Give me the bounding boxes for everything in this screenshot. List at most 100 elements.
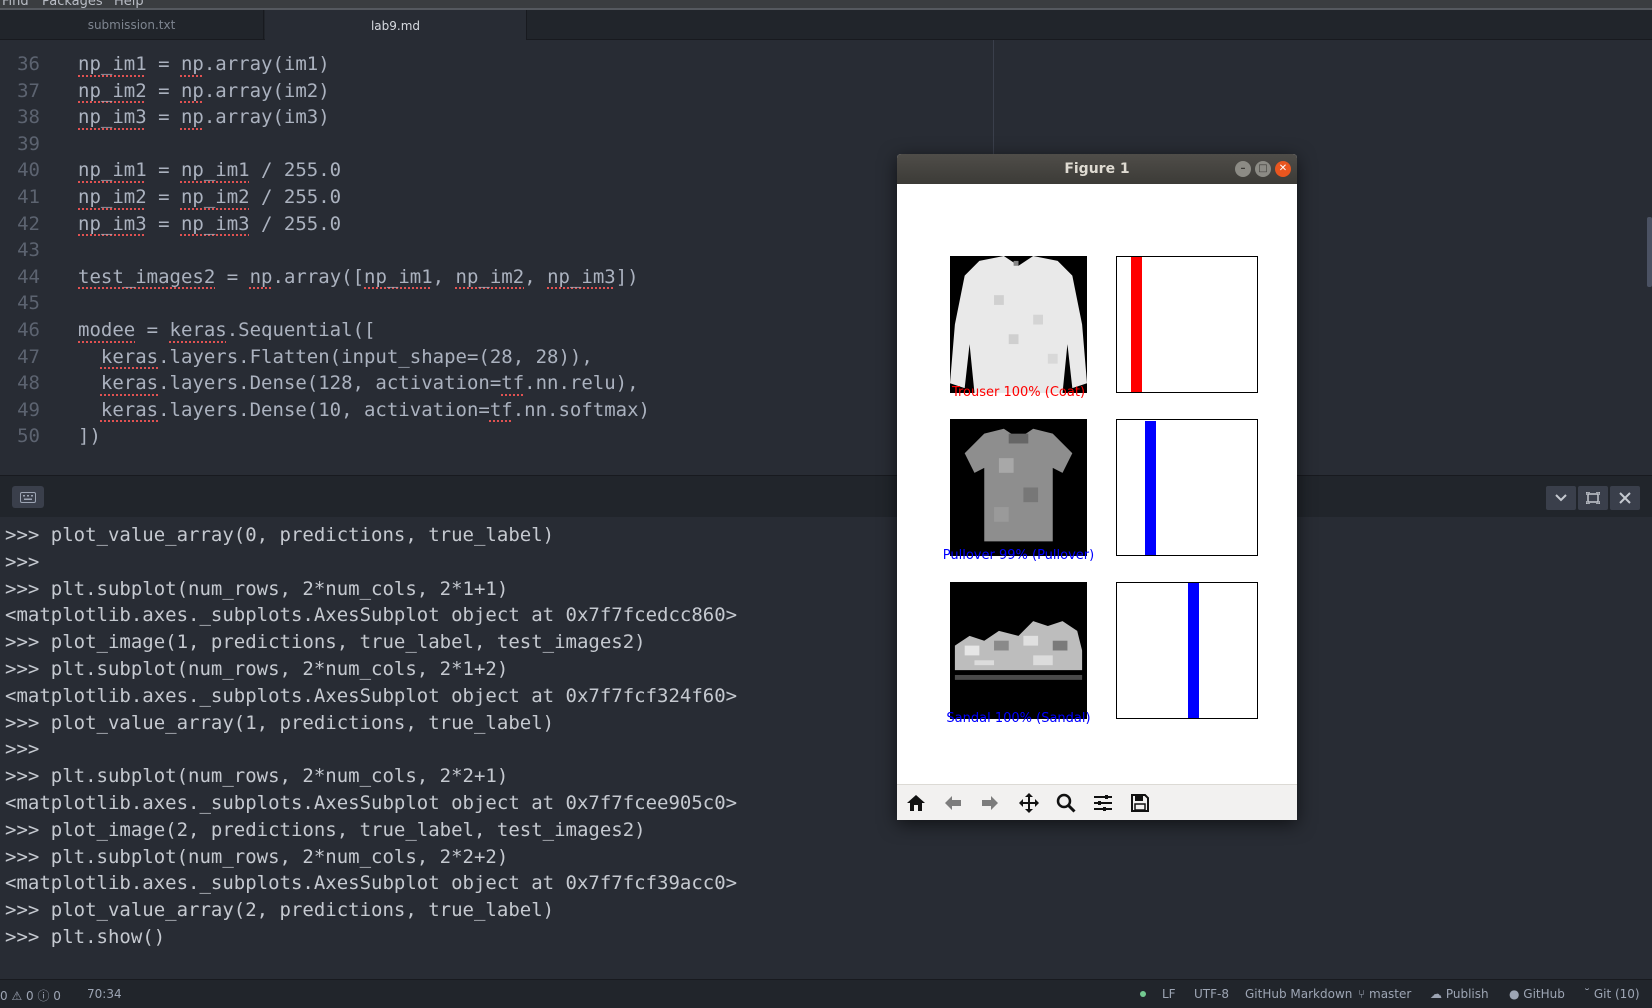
code-text: test_images2 = np.array([np_im1, np_im2,…	[78, 265, 639, 288]
github-button[interactable]: ● GitHub	[1509, 987, 1565, 1001]
terminal[interactable]: >>> plot_value_array(0, predictions, tru…	[0, 517, 1652, 979]
pan-icon[interactable]	[1015, 791, 1043, 815]
tab-bar: submission.txt lab9.md	[0, 10, 1652, 41]
publish-label: Publish	[1445, 987, 1489, 1001]
terminal-line: <matplotlib.axes._subplots.AxesSubplot o…	[5, 684, 738, 707]
line-number: 37	[17, 79, 40, 102]
configure-subplots-icon[interactable]	[1089, 791, 1117, 815]
tab-submission-txt[interactable]: submission.txt	[0, 10, 264, 40]
subplot-image-2	[950, 419, 1087, 556]
menu-bar: Find Packages Help	[0, 0, 1652, 10]
terminal-line: >>> plt.subplot(num_rows, 2*num_cols, 2*…	[5, 845, 509, 868]
line-number: 48	[17, 372, 40, 395]
shoe-image	[954, 621, 1083, 680]
prediction-bar	[1130, 257, 1142, 392]
line-number: 39	[17, 132, 40, 155]
git-button[interactable]: ˘ Git (10)	[1584, 987, 1640, 1001]
maximize-icon[interactable]	[1578, 486, 1608, 510]
line-number: 42	[17, 212, 40, 235]
line-number: 46	[17, 319, 40, 341]
grammar-selector[interactable]: GitHub Markdown	[1245, 987, 1352, 1001]
git-branch[interactable]: ⑂ master	[1358, 987, 1411, 1001]
cursor-position[interactable]: 70:34	[87, 987, 122, 1001]
terminal-line: >>>	[5, 738, 40, 761]
git-commit-icon: ˘	[1584, 987, 1594, 1001]
github-label: GitHub	[1523, 987, 1565, 1001]
save-icon[interactable]	[1126, 791, 1154, 815]
window-maximize-icon[interactable]: □	[1255, 161, 1271, 177]
subplot-image-3	[950, 582, 1087, 719]
git-label: Git (10)	[1593, 987, 1640, 1001]
status-bar: 0 ⚠ 0 ⓘ 0 70:34 LF UTF-8 GitHub Markdown…	[0, 979, 1652, 1008]
status-dot-icon	[1140, 991, 1146, 997]
forward-arrow-icon[interactable]	[976, 791, 1004, 815]
line-number: 36	[17, 53, 40, 75]
terminal-line: >>>	[5, 550, 40, 573]
minimize-icon[interactable]: –	[1235, 161, 1251, 177]
terminal-header	[0, 475, 1652, 517]
publish-button[interactable]: ☁ Publish	[1430, 987, 1489, 1001]
editor-scrollbar[interactable]	[1647, 217, 1652, 287]
home-icon[interactable]	[902, 791, 930, 815]
line-number: 43	[17, 239, 40, 262]
keyboard-icon[interactable]	[12, 486, 44, 508]
line-ending[interactable]: LF	[1162, 987, 1176, 1001]
line-number: 40	[17, 159, 40, 182]
code-text: modee = keras.Sequential([	[78, 319, 376, 341]
diagnostics-count[interactable]: 0 ⚠ 0 ⓘ 0	[0, 987, 61, 1004]
line-number: 45	[17, 292, 40, 315]
terminal-line: <matplotlib.axes._subplots.AxesSubplot o…	[5, 792, 738, 814]
code-text: keras.layers.Flatten(input_shape=(28, 28…	[100, 345, 593, 368]
prediction-bar	[1145, 421, 1156, 555]
terminal-line: >>> plot_value_array(1, predictions, tru…	[5, 711, 555, 734]
code-text: np_im2 = np_im2 / 255.0	[78, 186, 342, 208]
subplot-bars-2	[1116, 419, 1258, 556]
file-encoding[interactable]: UTF-8	[1194, 987, 1229, 1001]
code-text: keras.layers.Dense(128, activation=tf.nn…	[100, 372, 639, 395]
figure-canvas[interactable]: Trouser 100% (Coat) Pullover 99% (Pullov…	[897, 184, 1297, 814]
github-icon: ●	[1509, 987, 1524, 1001]
code-text: ])	[78, 425, 101, 448]
terminal-line: >>> plt.subplot(num_rows, 2*num_cols, 2*…	[5, 577, 509, 600]
branch-label: master	[1369, 987, 1412, 1001]
terminal-line: >>> plt.show()	[5, 926, 166, 948]
figure-toolbar	[897, 784, 1297, 820]
terminal-line: >>> plot_value_array(2, predictions, tru…	[5, 899, 555, 922]
line-number: 38	[17, 106, 40, 129]
subplot-caption-2: Pullover 99% (Pullover)	[942, 548, 1095, 563]
subplot-bars-3	[1116, 582, 1258, 719]
pullover-image	[964, 428, 1073, 542]
close-icon[interactable]	[1610, 486, 1640, 510]
code-editor[interactable]: 36 np_im1 = np.array(im1) 37 np_im2 = np.ar…	[0, 40, 1652, 475]
tab-lab9-md[interactable]: lab9.md	[265, 10, 527, 41]
zoom-icon[interactable]	[1052, 791, 1080, 815]
terminal-line: >>> plot_value_array(0, predictions, tru…	[5, 524, 555, 546]
terminal-line: >>> plot_image(2, predictions, true_labe…	[5, 818, 646, 841]
terminal-line: <matplotlib.axes._subplots.AxesSubplot o…	[5, 604, 738, 627]
code-text: np_im1 = np.array(im1)	[78, 53, 330, 75]
chevron-down-icon[interactable]	[1546, 486, 1576, 510]
coat-image	[950, 256, 1087, 393]
line-number: 47	[17, 345, 40, 368]
branch-icon: ⑂	[1358, 987, 1370, 1001]
code-text: np_im1 = np_im1 / 255.0	[78, 159, 342, 182]
window-close-icon[interactable]: ✕	[1275, 161, 1291, 177]
line-number: 49	[17, 398, 40, 421]
back-arrow-icon[interactable]	[939, 791, 967, 815]
terminal-line: >>> plt.subplot(num_rows, 2*num_cols, 2*…	[5, 765, 509, 788]
subplot-caption-1: Trouser 100% (Coat)	[951, 385, 1086, 400]
code-text: keras.layers.Dense(10, activation=tf.nn.…	[100, 398, 650, 421]
subplot-caption-3: Sandal 100% (Sandal)	[946, 711, 1091, 726]
terminal-line: >>> plot_image(1, predictions, true_labe…	[5, 631, 646, 654]
figure-titlebar[interactable]: Figure 1 – □ ✕	[897, 154, 1297, 184]
subplot-image-1	[950, 256, 1087, 393]
line-number: 41	[17, 186, 40, 208]
figure-title: Figure 1	[1064, 161, 1130, 177]
prediction-bar	[1187, 583, 1199, 718]
line-number: 44	[17, 265, 40, 288]
cloud-upload-icon: ☁	[1430, 987, 1446, 1001]
subplot-bars-1	[1116, 256, 1258, 393]
figure-window: Figure 1 – □ ✕ Trouser 100% (Coat) Pullo…	[897, 154, 1297, 820]
code-text: np_im2 = np.array(im2)	[78, 79, 330, 102]
terminal-line: <matplotlib.axes._subplots.AxesSubplot o…	[5, 872, 738, 895]
